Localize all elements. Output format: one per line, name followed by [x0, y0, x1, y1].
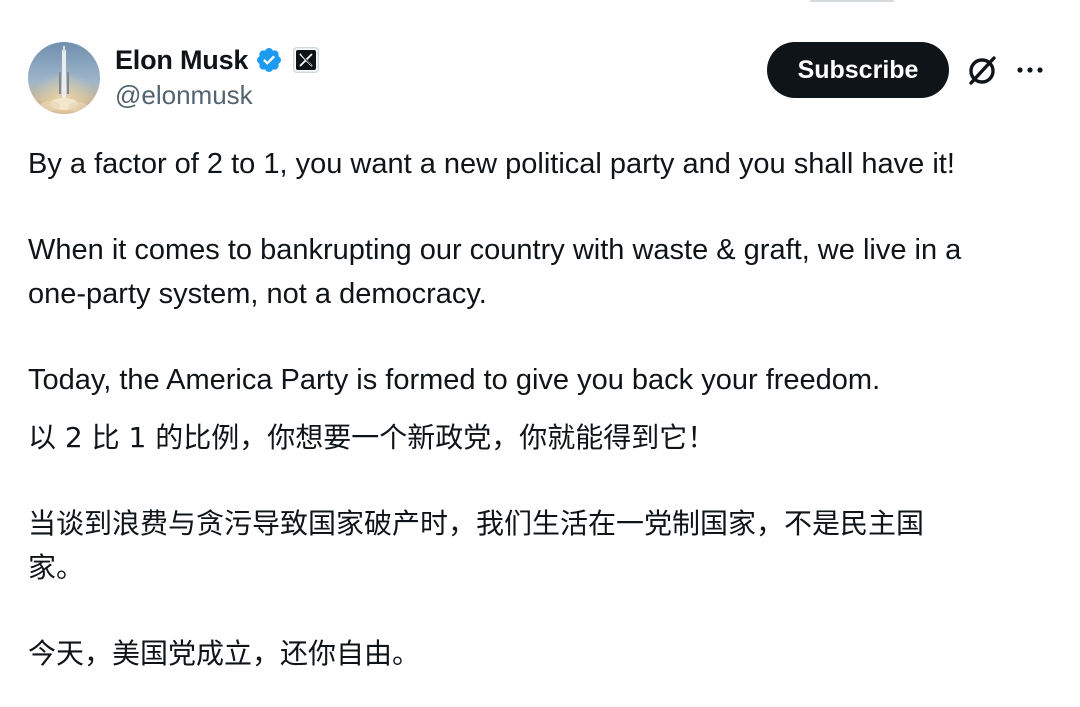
tweet-zh-paragraph-1: 以 2 比 1 的比例，你想要一个新政党，你就能得到它！: [28, 421, 716, 454]
tweet-en-paragraph-1: By a factor of 2 to 1, you want a new po…: [28, 148, 955, 180]
grok-icon[interactable]: [966, 54, 998, 86]
tweet-zh-paragraph-2-line-1: 当谈到浪费与贪污导致国家破产时，我们生活在一党制国家，不是民主国: [28, 507, 925, 540]
x-logo-icon[interactable]: [293, 47, 320, 73]
tweet-en-paragraph-3: Today, the America Party is formed to gi…: [28, 364, 881, 396]
author-display-name[interactable]: Elon Musk: [115, 45, 248, 76]
avatar-image: [28, 42, 100, 114]
author-name-row: Elon Musk: [115, 42, 320, 78]
subscribe-button[interactable]: Subscribe: [767, 42, 949, 98]
tweet-zh-paragraph-3: 今天，美国党成立，还你自由。: [28, 637, 421, 670]
tweet-en-paragraph-2-line-1: When it comes to bankrupting our country…: [28, 234, 962, 266]
author-handle[interactable]: @elonmusk: [115, 80, 253, 111]
verified-badge-icon[interactable]: [255, 46, 283, 74]
more-icon[interactable]: [1015, 56, 1045, 84]
tweet-en-paragraph-2-line-2: one-party system, not a democracy.: [28, 278, 487, 310]
avatar[interactable]: [28, 42, 100, 114]
tweet-card: Elon Musk @elonmusk Subscribe By a facto…: [0, 0, 1080, 707]
tweet-zh-paragraph-2-line-2: 家。: [28, 551, 85, 584]
